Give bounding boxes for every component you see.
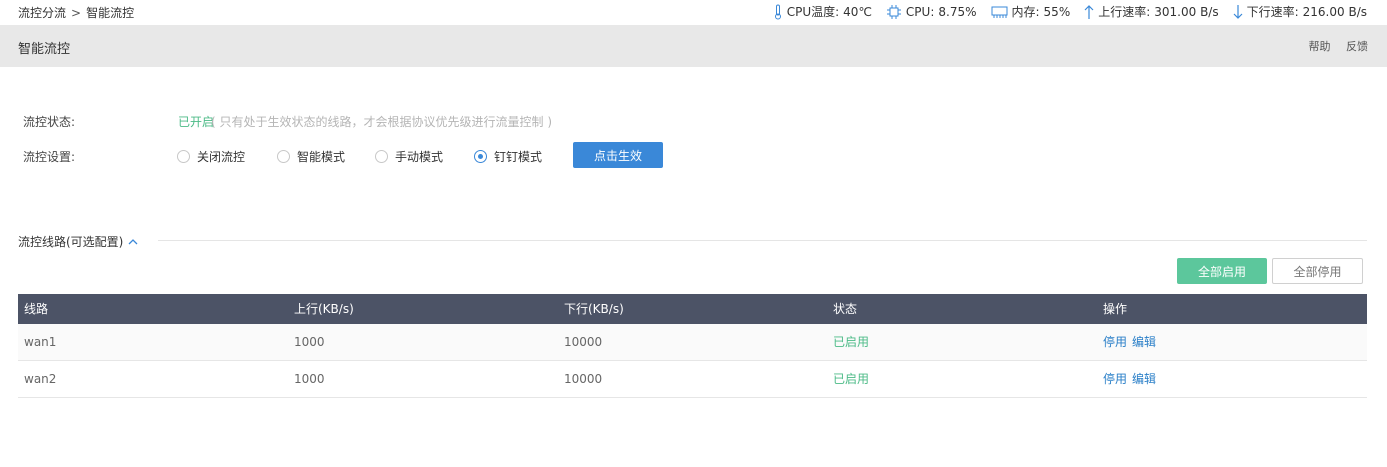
- memory-label: 内存:: [1011, 5, 1040, 19]
- flow-status-value: 已开启: [178, 115, 215, 129]
- cell-up: 1000: [294, 372, 325, 386]
- cell-line: wan2: [24, 372, 57, 386]
- breadcrumb-separator: >: [71, 6, 82, 20]
- page-header: 智能流控 帮助 反馈: [0, 25, 1387, 67]
- page-title: 智能流控: [18, 42, 71, 57]
- cell-status: 已启用: [833, 372, 870, 386]
- radio-dingding[interactable]: 钉钉模式: [474, 148, 542, 165]
- lines-table: 线路 上行(KB/s) 下行(KB/s) 状态 操作 wan1 1000 100…: [18, 294, 1367, 398]
- table-row: wan1 1000 10000 已启用 停用 编辑: [18, 324, 1367, 361]
- download-value: 216.00 B/s: [1302, 4, 1367, 19]
- radio-circle[interactable]: [375, 150, 388, 163]
- disable-all-button[interactable]: 全部停用: [1272, 258, 1363, 284]
- memory-icon: [991, 6, 1007, 18]
- radio-circle[interactable]: [177, 150, 190, 163]
- cpu-stat: CPU: 8.75%: [886, 4, 977, 20]
- help-link[interactable]: 帮助: [1309, 40, 1331, 53]
- flow-status-label: 流控状态:: [23, 115, 76, 129]
- header-down: 下行(KB/s): [564, 302, 624, 316]
- memory-value: 55%: [1043, 4, 1071, 19]
- arrow-down-icon: [1233, 4, 1243, 19]
- radio-off[interactable]: 关闭流控: [177, 148, 245, 165]
- download-stat: 下行速率: 216.00 B/s: [1233, 3, 1367, 20]
- upload-value: 301.00 B/s: [1154, 4, 1219, 19]
- cpu-label: CPU:: [905, 4, 935, 19]
- system-stats: CPU温度: 40℃ CPU: 8.75% 内存: 55% 上行速率: 301.00 B…: [759, 3, 1367, 20]
- edit-link[interactable]: 编辑: [1132, 335, 1156, 349]
- radio-manual-label: 手动模式: [395, 150, 444, 164]
- cell-line: wan1: [24, 335, 57, 349]
- header-up: 上行(KB/s): [294, 302, 354, 316]
- enable-all-button[interactable]: 全部启用: [1177, 258, 1267, 284]
- radio-smart[interactable]: 智能模式: [277, 148, 345, 165]
- thermometer-icon: [774, 4, 781, 19]
- table-header: 线路 上行(KB/s) 下行(KB/s) 状态 操作: [18, 294, 1367, 324]
- cell-actions: 停用 编辑: [1103, 361, 1161, 398]
- edit-link[interactable]: 编辑: [1132, 372, 1156, 386]
- cpu-temp-value: 40℃: [843, 4, 872, 19]
- header-line: 线路: [24, 302, 49, 316]
- cpu-temp-stat: CPU温度: 40℃: [773, 3, 872, 20]
- top-bar: 流控分流 > 智能流控 CPU温度: 40℃ CPU: 8.75% 内存: 55% 上行速…: [0, 0, 1387, 24]
- section-divider: [158, 240, 1367, 241]
- apply-button[interactable]: 点击生效: [573, 142, 663, 168]
- breadcrumb-current: 智能流控: [86, 6, 135, 20]
- radio-smart-label: 智能模式: [297, 150, 346, 164]
- cell-up: 1000: [294, 335, 325, 349]
- header-status: 状态: [833, 302, 858, 316]
- section-title: 流控线路(可选配置): [18, 235, 124, 249]
- cell-down: 10000: [564, 335, 603, 349]
- radio-off-label: 关闭流控: [197, 150, 246, 164]
- feedback-link[interactable]: 反馈: [1346, 40, 1368, 53]
- cell-actions: 停用 编辑: [1103, 324, 1161, 361]
- cell-down: 10000: [564, 372, 603, 386]
- radio-circle-checked[interactable]: [474, 150, 487, 163]
- download-label: 下行速率:: [1246, 5, 1299, 19]
- upload-label: 上行速率:: [1098, 5, 1151, 19]
- flow-mode-label: 流控设置:: [23, 150, 76, 164]
- disable-link[interactable]: 停用: [1103, 372, 1127, 386]
- header-links: 帮助 反馈: [1297, 38, 1369, 54]
- flow-status-hint: ( 只有处于生效状态的线路，才会根据协议优先级进行流量控制 ): [211, 115, 552, 129]
- upload-stat: 上行速率: 301.00 B/s: [1084, 3, 1219, 20]
- memory-stat: 内存: 55%: [991, 3, 1071, 20]
- radio-manual[interactable]: 手动模式: [375, 148, 443, 165]
- radio-circle[interactable]: [277, 150, 290, 163]
- cpu-temp-label: CPU温度:: [786, 5, 840, 19]
- breadcrumb-parent[interactable]: 流控分流: [18, 6, 66, 20]
- breadcrumb: 流控分流 > 智能流控: [18, 4, 134, 21]
- chevron-up-icon: [128, 239, 138, 245]
- table-row: wan2 1000 10000 已启用 停用 编辑: [18, 361, 1367, 398]
- lines-section-toggle[interactable]: 流控线路(可选配置): [18, 233, 138, 250]
- header-actions: 操作: [1103, 302, 1128, 316]
- cpu-chip-icon: [886, 4, 901, 19]
- disable-link[interactable]: 停用: [1103, 335, 1127, 349]
- cell-status: 已启用: [833, 335, 870, 349]
- arrow-up-icon: [1084, 4, 1094, 19]
- cpu-value: 8.75%: [938, 4, 977, 19]
- radio-dingding-label: 钉钉模式: [494, 150, 543, 164]
